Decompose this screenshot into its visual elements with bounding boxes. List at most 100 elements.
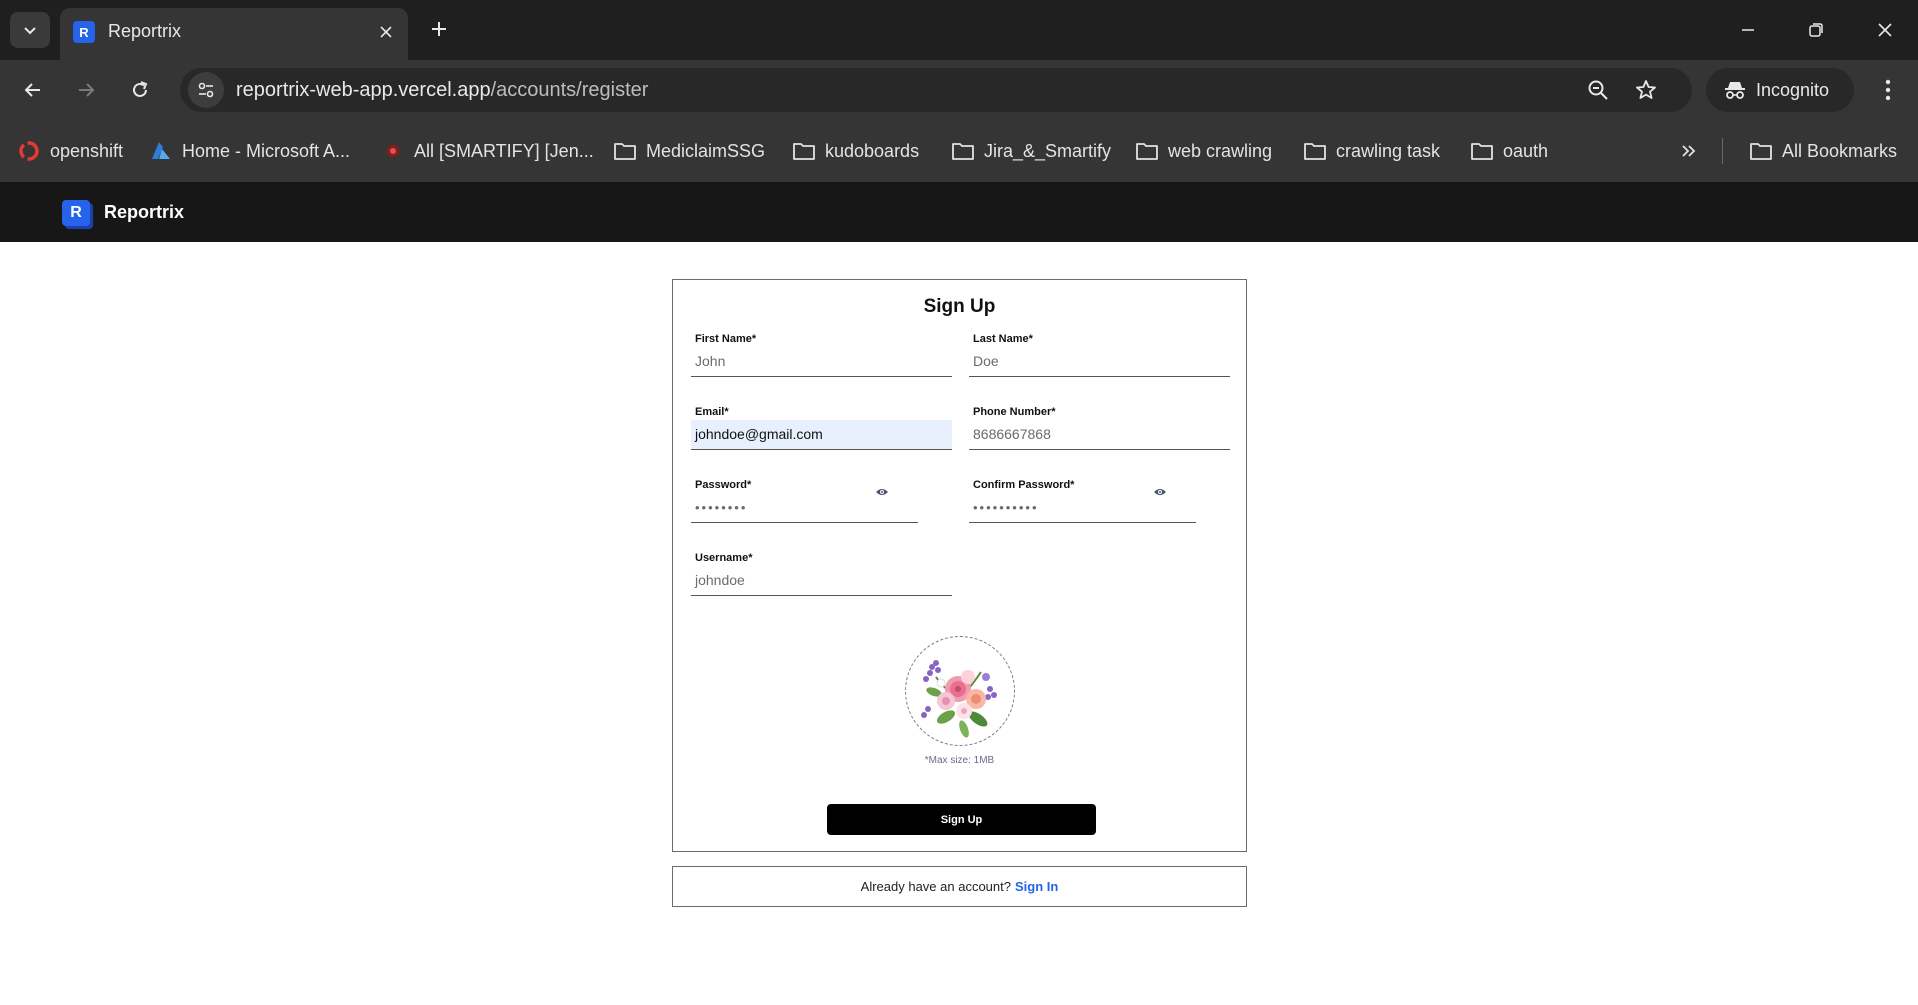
email-input[interactable]: johndoe@gmail.com	[691, 420, 952, 450]
confirm-password-field: Confirm Password* ••••••••••	[969, 477, 1230, 523]
bookmark-label: All [SMARTIFY] [Jen...	[414, 140, 594, 161]
confirm-password-mask: ••••••••••	[973, 500, 1039, 515]
app-name[interactable]: Reportrix	[104, 202, 184, 223]
bookmarks-divider	[1722, 138, 1723, 164]
username-label: Username*	[695, 552, 753, 564]
plus-icon	[432, 22, 446, 36]
password-mask: ••••••••	[695, 500, 748, 515]
flower-bouquet-image	[921, 660, 997, 738]
phone-field: Phone Number* 8686667868	[969, 404, 1230, 450]
tune-icon	[198, 82, 214, 98]
bookmark-web-crawling[interactable]: web crawling	[1134, 138, 1272, 164]
signup-button[interactable]: Sign Up	[827, 804, 1096, 835]
confirm-password-label: Confirm Password*	[973, 479, 1075, 491]
azure-icon	[148, 140, 174, 162]
all-bookmarks-label: All Bookmarks	[1782, 140, 1898, 161]
app-logo-icon[interactable]: R	[62, 200, 90, 226]
signin-prompt-box: Already have an account? Sign In	[672, 866, 1247, 907]
signin-prompt-text: Already have an account?	[860, 879, 1011, 894]
minimize-button[interactable]	[1725, 10, 1771, 50]
reload-icon	[133, 81, 148, 97]
incognito-indicator[interactable]: Incognito	[1706, 68, 1854, 112]
bookmark-oauth[interactable]: oauth	[1469, 138, 1548, 164]
site-info-button[interactable]	[188, 72, 224, 108]
chevron-double-right-icon	[1682, 145, 1696, 157]
bookmark-label: Home - Microsoft A...	[182, 140, 351, 161]
bookmark-star-button[interactable]	[1632, 76, 1660, 104]
username-field: Username* johndoe	[691, 550, 952, 596]
bookmark-microsoft-azure[interactable]: Home - Microsoft A...	[148, 138, 350, 164]
browser-tab-bar: R Reportrix	[0, 0, 1918, 60]
password-field: Password* ••••••••	[691, 477, 952, 523]
eye-icon	[1154, 489, 1166, 495]
url-path: /accounts/register	[490, 79, 649, 101]
browser-menu-button[interactable]	[1872, 74, 1904, 106]
close-window-button[interactable]	[1862, 10, 1908, 50]
browser-toolbar: reportrix-web-app.vercel.app/accounts/re…	[0, 60, 1918, 120]
more-vert-icon	[1885, 79, 1891, 101]
tab-close-button[interactable]	[374, 20, 398, 44]
signin-link[interactable]: Sign In	[1015, 879, 1058, 894]
url-host: reportrix-web-app.vercel.app	[236, 79, 491, 101]
star-icon	[1636, 80, 1656, 99]
toggle-password-visibility[interactable]	[874, 485, 890, 499]
address-bar[interactable]: reportrix-web-app.vercel.app/accounts/re…	[180, 68, 1692, 112]
last-name-input[interactable]: Doe	[969, 347, 1230, 377]
all-bookmarks-button[interactable]: All Bookmarks	[1748, 138, 1897, 164]
signup-title: Sign Up	[923, 296, 996, 317]
bookmark-mediclaimssg[interactable]: MediclaimSSG	[612, 138, 765, 164]
phone-label: Phone Number*	[973, 406, 1056, 418]
arrow-right-icon	[79, 83, 95, 97]
email-field: Email* johndoe@gmail.com	[691, 404, 952, 450]
first-name-label: First Name*	[695, 333, 757, 345]
bookmark-label: openshift	[50, 140, 124, 161]
first-name-field: First Name* John	[691, 331, 952, 377]
bookmark-label: MediclaimSSG	[646, 140, 766, 161]
bookmark-crawling-task[interactable]: crawling task	[1302, 138, 1440, 164]
tab-search-button[interactable]	[10, 12, 50, 48]
incognito-icon	[1725, 82, 1745, 99]
bookmark-openshift[interactable]: openshift	[16, 138, 123, 164]
bookmark-jenkins[interactable]: All [SMARTIFY] [Jen...	[380, 138, 594, 164]
avatar-upload[interactable]	[905, 636, 1015, 746]
more-bookmarks-button[interactable]	[1680, 138, 1698, 164]
eye-icon	[876, 489, 888, 495]
new-tab-button[interactable]	[424, 14, 454, 44]
first-name-input[interactable]: John	[691, 347, 952, 377]
email-label: Email*	[695, 406, 729, 418]
bookmark-label: kudoboards	[825, 140, 920, 161]
max-size-note: *Max size: 1MB	[924, 755, 995, 766]
restore-icon	[1809, 23, 1823, 37]
forward-button[interactable]	[68, 72, 104, 108]
back-button[interactable]	[15, 72, 51, 108]
toggle-confirm-password-visibility[interactable]	[1152, 485, 1168, 499]
zoom-out-icon	[1588, 80, 1608, 100]
last-name-field: Last Name* Doe	[969, 331, 1230, 377]
password-label: Password*	[695, 479, 752, 491]
bookmark-label: oauth	[1503, 140, 1549, 161]
restore-button[interactable]	[1793, 10, 1839, 50]
reload-button[interactable]	[122, 72, 158, 108]
jenkins-icon	[380, 140, 406, 162]
bookmark-kudoboards[interactable]: kudoboards	[791, 138, 919, 164]
folder-icon	[1748, 140, 1774, 162]
arrow-left-icon	[24, 83, 40, 97]
chevron-down-icon	[24, 27, 36, 35]
minimize-icon	[1742, 29, 1754, 31]
folder-icon	[1134, 140, 1160, 162]
username-input[interactable]: johndoe	[691, 566, 952, 596]
bookmark-label: Jira_&_Smartify	[984, 140, 1112, 161]
browser-tab[interactable]: R Reportrix	[60, 8, 408, 60]
bookmarks-bar: openshift Home - Microsoft A... All [SMA…	[0, 120, 1918, 183]
folder-icon	[1302, 140, 1328, 162]
bookmark-jira-smartify[interactable]: Jira_&_Smartify	[950, 138, 1111, 164]
folder-icon	[1469, 140, 1495, 162]
bookmark-label: crawling task	[1336, 140, 1441, 161]
close-icon	[1878, 23, 1892, 37]
incognito-label: Incognito	[1756, 79, 1830, 100]
bookmark-label: web crawling	[1168, 140, 1273, 161]
zoom-button[interactable]	[1584, 76, 1612, 104]
phone-input[interactable]: 8686667868	[969, 420, 1230, 450]
app-header: R Reportrix	[0, 182, 1918, 242]
favicon-icon: R	[73, 21, 95, 43]
